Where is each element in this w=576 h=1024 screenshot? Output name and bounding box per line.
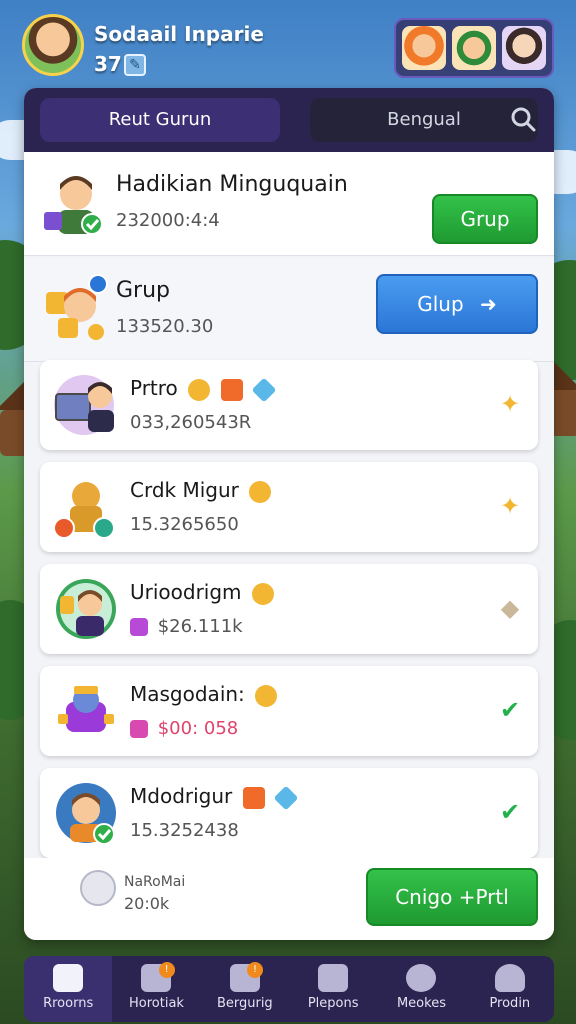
gem-icon [251, 377, 277, 402]
player-avatar[interactable] [22, 14, 84, 76]
player-header: Sodaail Inparie 37 ✎ [22, 14, 554, 82]
pending-icon: ◆ [500, 594, 520, 622]
row-value: 133520.30 [116, 316, 214, 337]
item-title-text: Mdodrigur [130, 784, 233, 808]
item-title-text: Urioodrigm [130, 580, 242, 604]
golden-hero-icon [54, 482, 115, 539]
home-icon [53, 964, 84, 992]
edit-icon[interactable]: ✎ [124, 54, 146, 76]
tab-inactive[interactable]: Bengual [310, 98, 538, 142]
featured-row[interactable]: Grup 133520.30 Glup ➜ [24, 258, 554, 362]
star-icon: ✦ [499, 390, 521, 418]
nav-label: Prodin [489, 996, 531, 1011]
list-item[interactable]: Prtro 033,260543R ✦ [40, 360, 538, 450]
tab-active[interactable]: Reut Gurun [40, 98, 280, 142]
list-item[interactable]: Mdodrigur 15.3252438 ✔ [40, 768, 538, 858]
coin-icon [255, 684, 278, 707]
main-panel: Reut Gurun Bengual Hadikian Minguquain 2… [24, 88, 554, 940]
item-title: Mdodrigur [130, 784, 299, 810]
gem-badge-icon [130, 720, 148, 738]
wizard-avatar-icon [58, 686, 114, 732]
profile-icon [494, 964, 525, 992]
friend-avatar[interactable] [452, 26, 496, 70]
coin-icon [251, 582, 274, 605]
coin-icon [188, 378, 211, 401]
nav-item-profile[interactable]: Prodin [466, 956, 554, 1022]
friend-avatar[interactable] [502, 26, 546, 70]
item-title: Masgodain: [130, 682, 278, 707]
item-value-text: $26.111k [157, 616, 243, 637]
row-title: Grup [116, 278, 171, 303]
notification-badge-icon: ! [246, 962, 263, 978]
item-title-text: Prtro [130, 376, 178, 400]
tools-icon [406, 964, 437, 992]
nav-label: Meokes [396, 996, 446, 1011]
fire-icon [242, 786, 265, 809]
item-title: Prtro [130, 376, 277, 402]
item-value: $00: 058 [130, 718, 238, 739]
item-value: $26.111k [130, 616, 243, 637]
nav-item-home[interactable]: Rroorns [24, 956, 113, 1022]
tab-bar: Reut Gurun Bengual [24, 88, 554, 152]
nav-item-shop[interactable]: ! Horotiak [112, 956, 200, 1022]
item-title: Crdk Migur [130, 478, 272, 503]
item-value-text: $00: 058 [157, 718, 239, 739]
player-avatar-icon [56, 579, 116, 639]
fire-icon [220, 378, 243, 401]
arrow-right-icon: ➜ [480, 292, 497, 316]
claim-button[interactable]: Cnigo +Prtl [366, 868, 538, 926]
star-icon: ✦ [499, 492, 521, 520]
nav-label: Horotiak [129, 996, 184, 1011]
check-icon: ✔ [499, 696, 521, 724]
notification-badge-icon: ! [158, 962, 175, 978]
check-icon: ✔ [499, 798, 521, 826]
gem-badge-icon [130, 618, 148, 636]
bottom-nav: Rroorns ! Horotiak ! Bergurig Plepons Me… [24, 956, 554, 1022]
nav-item-tools[interactable]: Meokes [377, 956, 465, 1022]
item-value: 15.3265650 [130, 514, 239, 535]
footer-label: NaRoMai [124, 874, 186, 890]
nav-label: Rroorns [43, 996, 94, 1011]
list-item[interactable]: Urioodrigm $26.111k ◆ [40, 564, 538, 654]
item-value: 15.3252438 [130, 820, 239, 841]
hero-avatar [44, 176, 103, 235]
friends-strip[interactable] [394, 18, 554, 78]
checklist-icon [318, 964, 349, 992]
gem-icon [273, 785, 299, 810]
player-name: Sodaail Inparie [94, 22, 264, 46]
grup-button[interactable]: Grup [432, 194, 538, 244]
item-value: 033,260543R [130, 412, 252, 433]
row-value: 232000:4:4 [116, 210, 220, 231]
row-title: Hadikian Minguquain [116, 172, 348, 197]
coin-icon [249, 480, 272, 503]
footer-row: NaRoMai 20:0k Cnigo +Prtl [24, 858, 554, 940]
featured-row[interactable]: Hadikian Minguquain 232000:4:4 Grup [24, 152, 554, 256]
footer-value: 20:0k [124, 894, 170, 913]
item-title: Urioodrigm [130, 580, 274, 605]
friend-avatar[interactable] [402, 26, 446, 70]
glup-button[interactable]: Glup ➜ [376, 274, 538, 334]
player-level: 37 [94, 52, 122, 76]
hero-avatar [46, 274, 108, 340]
nav-label: Bergurig [216, 996, 273, 1011]
glup-button-label: Glup [417, 292, 464, 316]
list-item[interactable]: Masgodain: $00: 058 ✔ [40, 666, 538, 756]
search-icon[interactable] [510, 106, 536, 132]
item-title-text: Masgodain: [130, 682, 245, 706]
player-avatar-icon [56, 783, 116, 845]
nav-item-tasks[interactable]: ! Bergurig [201, 956, 289, 1022]
list-item[interactable]: Crdk Migur 15.3265650 ✦ [40, 462, 538, 552]
nav-item-missions[interactable]: Plepons [289, 956, 377, 1022]
player-avatar-icon [54, 375, 114, 435]
item-title-text: Crdk Migur [130, 478, 239, 502]
timer-icon [80, 870, 116, 906]
nav-label: Plepons [307, 996, 359, 1011]
